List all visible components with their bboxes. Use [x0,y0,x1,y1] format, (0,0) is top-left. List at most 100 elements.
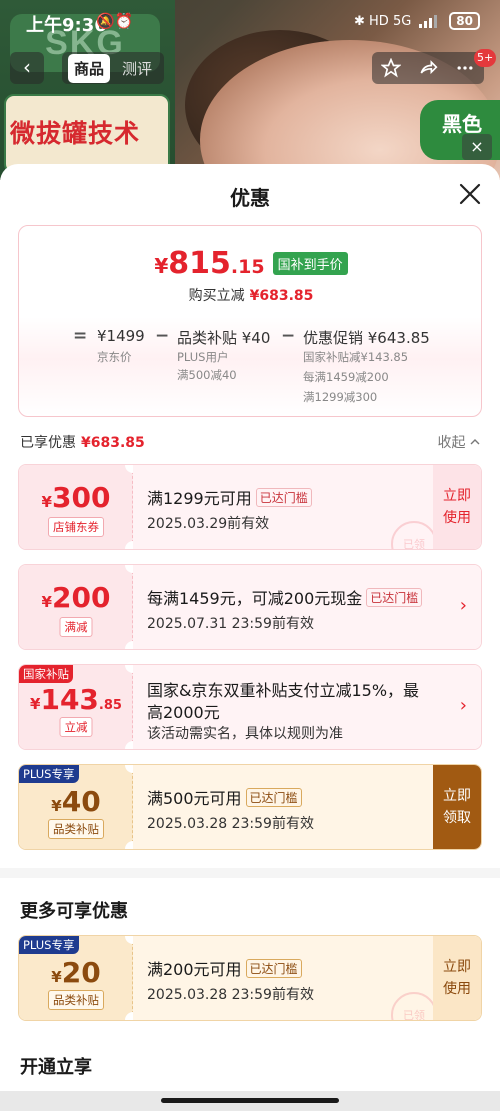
threshold-reached-badge: 已达门槛 [366,588,423,607]
jd-price-label: 京东价 [97,350,132,364]
sheet-title: 优惠 [230,186,270,210]
threshold-reached-badge: 已达门槛 [255,488,312,507]
final-price: ¥ 815 .15 国补到手价 [19,246,483,281]
message-badge: 5+ [474,49,497,67]
signal-bars-icon [419,15,438,28]
promo-rule-2: 满1299减300 [303,390,378,404]
coupon-type-tag: 品类补贴 [48,990,104,1010]
coupon-detail: 满1299元可用 已达门槛 2025.03.29前有效 已领 立即使用 [133,465,481,549]
final-price-int: 815 [168,246,231,281]
discount-sheet: 优惠 ¥ 815 .15 国补到手价 购买立减 ¥683.85 = ¥1499 京… [0,164,500,1111]
category-subsidy: 品类补贴 ¥40 [177,329,271,347]
plus-ribbon: PLUS专享 [19,765,79,783]
threshold-reached-badge: 已达门槛 [245,788,302,807]
claimed-stamp: 已领 [391,521,437,549]
claimed-stamp: 已领 [391,992,437,1020]
coupon-store-300: ¥300 店铺东券 满1299元可用 已达门槛 2025.03.29前有效 已领 … [18,464,482,550]
coupon-detail: 每满1459元，可减200元现金 已达门槛 2025.07.31 23:59前有效… [133,565,481,649]
coupon-validity: 2025.03.28 23:59前有效 [147,816,314,832]
minus-sign: − [281,326,296,346]
status-bar: 上午9:36 🔕⏰ ✱ HD 5G 80 [0,0,500,44]
promo-banner-text: 微拔罐技术 [10,119,141,148]
coupon-amount: ¥300 [41,481,111,514]
instant-discount-value: ¥683.85 [249,288,314,304]
status-right: ✱ HD 5G 80 [354,12,480,30]
subsidy-price-tag: 国补到手价 [272,252,348,275]
plus-ribbon: PLUS专享 [19,936,79,954]
coupon-condition: 国家&京东双重补贴支付立减15%，最 [147,681,420,700]
tab-review[interactable]: 测评 [116,54,158,83]
signal-icons: ✱ HD 5G [354,13,412,29]
coupon-condition-cont: 高2000元 [147,703,220,722]
coupon-amount-panel: 国家补贴 ¥143.85 立减 [19,665,133,749]
coupon-detail: 满200元可用 已达门槛 2025.03.28 23:59前有效 已领 立即使用 [133,936,481,1020]
tab-product[interactable]: 商品 [68,53,111,83]
coupon-plus-20: PLUS专享 ¥20 品类补贴 满200元可用 已达门槛 2025.03.28 2… [18,935,482,1021]
coupon-type-tag: 满减 [59,617,93,637]
currency-symbol: ¥ [154,254,169,278]
claim-now-button[interactable]: 立即领取 [433,765,481,849]
final-price-dec: .15 [230,256,265,278]
coupon-condition: 满500元可用 已达门槛 [147,785,302,809]
section-divider [0,868,500,878]
chevron-up-icon [470,439,480,445]
coupon-type-tag: 店铺东券 [48,517,104,537]
home-indicator-bar [0,1091,500,1111]
promo-rule-1: 每满1459减200 [303,370,389,384]
back-button[interactable]: ‹ [10,52,44,84]
coupon-amount: ¥200 [41,581,111,614]
coupon-condition: 满1299元可用 已达门槛 [147,485,312,509]
coupon-amount-panel: PLUS专享 ¥40 品类补贴 [19,765,133,849]
threshold-reached-badge: 已达门槛 [245,959,302,978]
coupon-rule-note: 该活动需实名，具体以规则为准 [147,726,343,742]
coupon-validity: 2025.03.29前有效 [147,516,270,532]
promo-discount: 优惠促销 ¥643.85 [303,329,430,347]
float-close-icon[interactable]: × [462,134,492,160]
more-offers-title: 更多可享优惠 [20,901,128,922]
coupon-detail: 国家&京东双重补贴支付立减15%，最 高2000元 该活动需实名，具体以规则为准… [133,665,481,749]
coupon-condition: 满200元可用 已达门槛 [147,956,302,980]
coupon-validity: 2025.03.28 23:59前有效 [147,987,314,1003]
coupon-full-reduction-200[interactable]: ¥200 满减 每满1459元，可减200元现金 已达门槛 2025.07.31 … [18,564,482,650]
instant-discount: 购买立减 ¥683.85 [19,285,483,305]
status-icons: 🔕⏰ [96,12,134,30]
category-subsidy-note: PLUS用户 [177,350,229,364]
enjoyed-discount: 已享优惠 ¥683.85 [20,432,145,452]
instant-discount-label: 购买立减 [188,288,245,304]
minus-sign: − [155,326,170,346]
chevron-right-icon: › [459,595,467,616]
close-icon[interactable] [456,180,484,208]
open-to-enjoy-title: 开通立享 [20,1057,92,1078]
enjoyed-value: ¥683.85 [81,435,145,451]
equals-sign: = [73,326,88,346]
coupon-detail: 满500元可用 已达门槛 2025.03.28 23:59前有效 立即领取 [133,765,481,849]
jd-price: ¥1499 [97,327,145,345]
price-summary-card: ¥ 815 .15 国补到手价 购买立减 ¥683.85 = ¥1499 京东价 … [18,225,482,417]
nav-actions [372,52,484,84]
coupon-type-tag: 品类补贴 [48,819,104,839]
share-icon[interactable] [418,58,438,78]
use-now-button[interactable]: 立即使用 [433,465,481,549]
coupon-national-subsidy[interactable]: 国家补贴 ¥143.85 立减 国家&京东双重补贴支付立减15%，最 高2000… [18,664,482,750]
coupon-amount: ¥20 [51,956,101,989]
use-now-button[interactable]: 立即使用 [433,936,481,1020]
coupon-amount: ¥40 [51,785,101,818]
collapse-label: 收起 [437,435,466,451]
coupon-amount-panel: PLUS专享 ¥20 品类补贴 [19,936,133,1020]
national-subsidy-note: 国家补贴减¥143.85 [303,350,409,364]
home-indicator[interactable] [161,1098,339,1103]
collapse-toggle[interactable]: 收起 [438,432,480,452]
product-tabs: 商品 测评 [62,52,165,84]
battery-indicator: 80 [449,12,480,30]
category-subsidy-rule: 满500减40 [177,368,237,382]
chevron-right-icon: › [459,695,467,716]
coupon-plus-40: PLUS专享 ¥40 品类补贴 满500元可用 已达门槛 2025.03.28 2… [18,764,482,850]
coupon-amount: ¥143.85 [30,683,122,716]
more-icon[interactable] [455,58,475,78]
enjoyed-label: 已享优惠 [20,435,76,451]
star-icon[interactable] [380,58,401,78]
coupon-amount-panel: ¥200 满减 [19,565,133,649]
coupon-type-tag: 立减 [59,717,93,737]
coupon-amount-panel: ¥300 店铺东券 [19,465,133,549]
national-subsidy-ribbon: 国家补贴 [19,665,73,683]
